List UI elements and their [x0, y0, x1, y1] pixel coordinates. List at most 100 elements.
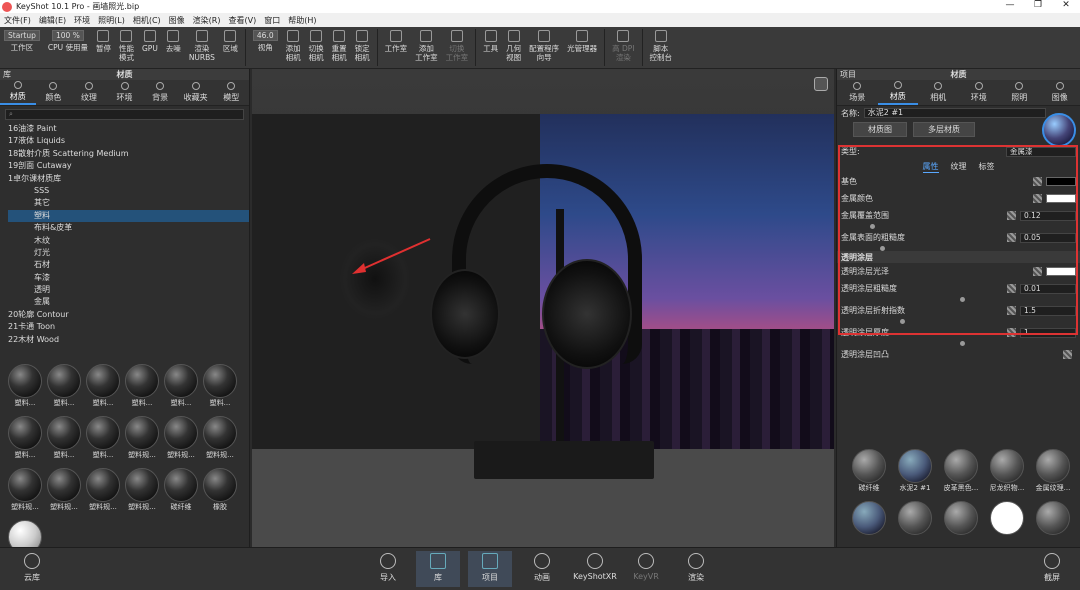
tree-item[interactable]: 19剖面 Cutaway	[8, 160, 249, 172]
menu-camera[interactable]: 相机(C)	[129, 15, 165, 26]
render-settings-icon[interactable]	[814, 77, 828, 91]
tree-item[interactable]: 17液体 Liquids	[8, 135, 249, 147]
region-button[interactable]: 区域	[219, 27, 242, 68]
project-material-item[interactable]	[1030, 501, 1076, 551]
reset-camera-button[interactable]: 重置 相机	[328, 27, 351, 68]
menu-file[interactable]: 文件(F)	[0, 15, 35, 26]
tab-textures[interactable]: 纹理	[71, 80, 107, 105]
project-material-item[interactable]: 尼龙织物...	[984, 449, 1030, 499]
material-thumbnail[interactable]: 塑料...	[6, 362, 44, 412]
multi-layer-material-button[interactable]: 多层材质	[913, 122, 975, 137]
studio-button[interactable]: 工作室	[381, 27, 412, 68]
material-name-input[interactable]: 水泥2 #1	[863, 108, 1046, 118]
texture-toggle-icon[interactable]	[1063, 350, 1072, 359]
clearcoat-thickness-slider[interactable]	[845, 341, 1072, 346]
tree-item[interactable]: 1卓尔课材质库	[8, 173, 249, 185]
tree-item[interactable]: 16油漆 Paint	[8, 123, 249, 135]
project-material-item[interactable]: 水泥2 #1	[892, 449, 938, 499]
material-thumbnail[interactable]: 塑料规...	[201, 414, 239, 464]
tree-item[interactable]: 18散射介质 Scattering Medium	[8, 148, 249, 160]
tree-item[interactable]: 21卡通 Toon	[8, 321, 249, 333]
cpu-usage-field[interactable]: 100 %	[52, 30, 84, 41]
material-thumbnail[interactable]: 塑料规...	[123, 466, 161, 516]
configurator-wizard-button[interactable]: 配置程序 向导	[525, 27, 563, 68]
tree-item[interactable]: 石材	[8, 259, 249, 271]
project-material-item[interactable]	[984, 501, 1030, 551]
project-material-item[interactable]: 金属纹理...	[1030, 449, 1076, 499]
menu-window[interactable]: 窗口	[260, 15, 284, 26]
tools-button[interactable]: 工具	[479, 27, 502, 68]
menu-edit[interactable]: 编辑(E)	[35, 15, 70, 26]
switch-camera-button[interactable]: 切换 相机	[305, 27, 328, 68]
lock-camera-button[interactable]: 锁定 相机	[351, 27, 374, 68]
menu-lighting[interactable]: 照明(L)	[94, 15, 129, 26]
fov-button[interactable]: 46.0 视角	[249, 27, 282, 68]
geometry-view-button[interactable]: 几何 视图	[502, 27, 525, 68]
material-thumbnail[interactable]: 塑料...	[84, 414, 122, 464]
tree-item[interactable]: 22木材 Wood	[8, 334, 249, 346]
tab-material[interactable]: 材质	[877, 80, 918, 105]
tree-item[interactable]: SSS	[8, 185, 249, 197]
tab-materials[interactable]: 材质	[0, 80, 36, 105]
tab-lighting[interactable]: 照明	[999, 80, 1040, 105]
add-studio-button[interactable]: 添加 工作室	[411, 27, 442, 68]
library-search-input[interactable]: ⌕	[5, 109, 244, 120]
menu-image[interactable]: 图像	[165, 15, 189, 26]
project-material-item[interactable]: 皮革黑色...	[938, 449, 984, 499]
tab-backgrounds[interactable]: 背景	[142, 80, 178, 105]
tree-item[interactable]: 透明	[8, 284, 249, 296]
switch-studio-button[interactable]: 切换 工作室	[442, 27, 473, 68]
workspace-button[interactable]: Startup 工作区	[0, 27, 44, 68]
keyshotxr-button[interactable]: KeyShotXR	[570, 553, 620, 581]
project-material-item[interactable]	[938, 501, 984, 551]
material-thumbnail[interactable]: 塑料规...	[45, 466, 83, 516]
tab-scene[interactable]: 场景	[837, 80, 878, 105]
material-thumbnail[interactable]: 塑料...	[162, 362, 200, 412]
slider-handle[interactable]	[960, 341, 965, 346]
pause-button[interactable]: 暂停	[92, 27, 115, 68]
project-material-item[interactable]	[846, 501, 892, 551]
tab-colors[interactable]: 颜色	[36, 80, 72, 105]
material-thumbnail[interactable]: 塑料规...	[162, 414, 200, 464]
maximize-button[interactable]: ❐	[1024, 0, 1052, 10]
denoise-button[interactable]: 去噪	[162, 27, 185, 68]
tab-image[interactable]: 图像	[1040, 80, 1080, 105]
add-camera-button[interactable]: 添加 相机	[282, 27, 305, 68]
render-viewport[interactable]	[252, 69, 834, 547]
fov-field[interactable]: 46.0	[252, 30, 278, 41]
material-thumbnail[interactable]: 塑料规...	[123, 414, 161, 464]
project-material-item[interactable]	[892, 501, 938, 551]
material-thumbnail[interactable]: 橡胶	[201, 466, 239, 516]
script-console-button[interactable]: 脚本 控制台	[646, 27, 677, 68]
library-button[interactable]: 库	[416, 551, 460, 587]
render-button[interactable]: 渲染	[674, 553, 718, 583]
material-thumbnail[interactable]: 塑料...	[123, 362, 161, 412]
tree-item[interactable]: 灯光	[8, 247, 249, 259]
high-dpi-render-button[interactable]: 高 DPI 渲染	[608, 27, 638, 68]
menu-render[interactable]: 渲染(R)	[189, 15, 225, 26]
tab-models[interactable]: 模型	[213, 80, 249, 105]
render-nurbs-button[interactable]: 渲染 NURBS	[185, 27, 219, 68]
tree-item[interactable]: 金属	[8, 296, 249, 308]
menu-help[interactable]: 帮助(H)	[284, 15, 320, 26]
material-thumbnail[interactable]: 塑料...	[45, 362, 83, 412]
light-manager-button[interactable]: 光管理器	[563, 27, 601, 68]
tree-item[interactable]: 20轮廓 Contour	[8, 309, 249, 321]
material-graph-button[interactable]: 材质图	[853, 122, 907, 137]
tree-item[interactable]: 其它	[8, 197, 249, 209]
gpu-button[interactable]: GPU	[138, 27, 162, 68]
cloud-library-button[interactable]: 云库	[10, 553, 54, 583]
menu-view[interactable]: 查看(V)	[224, 15, 260, 26]
material-thumbnail[interactable]: 塑料...	[201, 362, 239, 412]
workspace-select[interactable]: Startup	[4, 30, 40, 41]
animation-button[interactable]: 动画	[520, 553, 564, 583]
tab-environment[interactable]: 环境	[959, 80, 1000, 105]
tab-favorites[interactable]: 收藏夹	[178, 80, 214, 105]
tree-item[interactable]: 车漆	[8, 272, 249, 284]
minimize-button[interactable]: —	[996, 0, 1024, 10]
tree-item[interactable]: 布料&皮革	[8, 222, 249, 234]
tree-item[interactable]: 木纹	[8, 235, 249, 247]
close-button[interactable]: ✕	[1052, 0, 1080, 10]
material-thumbnail[interactable]: 塑料规...	[6, 466, 44, 516]
tab-camera[interactable]: 相机	[918, 80, 959, 105]
